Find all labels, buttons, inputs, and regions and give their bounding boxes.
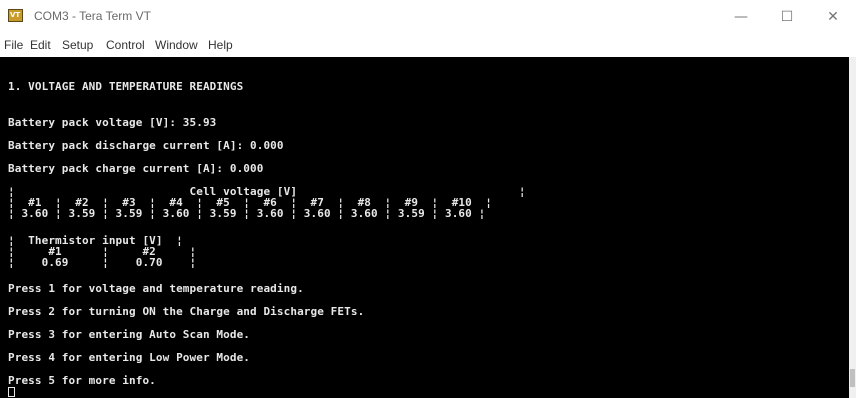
minimize-button[interactable]: —	[718, 0, 764, 34]
title-bar[interactable]: VT COM3 - Tera Term VT — ☐ ✕	[0, 0, 856, 34]
menu-file[interactable]: File	[4, 38, 23, 52]
thermistor-value-row: ¦ 0.69 ¦ 0.70 ¦	[8, 256, 197, 269]
terminal-line-pack-voltage: Battery pack voltage [V]: 35.93	[8, 116, 217, 129]
menu-option-5: Press 5 for more info.	[8, 374, 156, 387]
window-title: COM3 - Tera Term VT	[34, 9, 151, 23]
menu-edit[interactable]: Edit	[30, 38, 51, 52]
cell-voltage-row: ¦ 3.60 ¦ 3.59 ¦ 3.59 ¦ 3.60 ¦ 3.59 ¦ 3.6…	[8, 207, 486, 220]
menu-control[interactable]: Control	[106, 38, 145, 52]
scrollbar-thumb[interactable]	[850, 369, 855, 387]
menu-window[interactable]: Window	[155, 38, 198, 52]
terminal-line-charge-current: Battery pack charge current [A]: 0.000	[8, 162, 264, 175]
close-button[interactable]: ✕	[810, 0, 856, 34]
terminal-screen[interactable]: 1. VOLTAGE AND TEMPERATURE READINGS Batt…	[0, 57, 849, 398]
tera-term-icon[interactable]: VT	[8, 9, 23, 22]
terminal-line-discharge-current: Battery pack discharge current [A]: 0.00…	[8, 139, 284, 152]
menu-option-2: Press 2 for turning ON the Charge and Di…	[8, 305, 365, 318]
terminal-cursor	[8, 387, 15, 397]
menu-bar: File Edit Setup Control Window Help	[0, 34, 856, 56]
menu-setup[interactable]: Setup	[62, 38, 93, 52]
menu-option-1: Press 1 for voltage and temperature read…	[8, 282, 304, 295]
maximize-button[interactable]: ☐	[764, 0, 810, 34]
app-icon-text: VT	[10, 11, 21, 19]
menu-help[interactable]: Help	[208, 38, 233, 52]
terminal-line-heading: 1. VOLTAGE AND TEMPERATURE READINGS	[8, 80, 244, 93]
vertical-scrollbar[interactable]	[849, 57, 856, 398]
menu-option-3: Press 3 for entering Auto Scan Mode.	[8, 328, 251, 341]
menu-option-4: Press 4 for entering Low Power Mode.	[8, 351, 251, 364]
